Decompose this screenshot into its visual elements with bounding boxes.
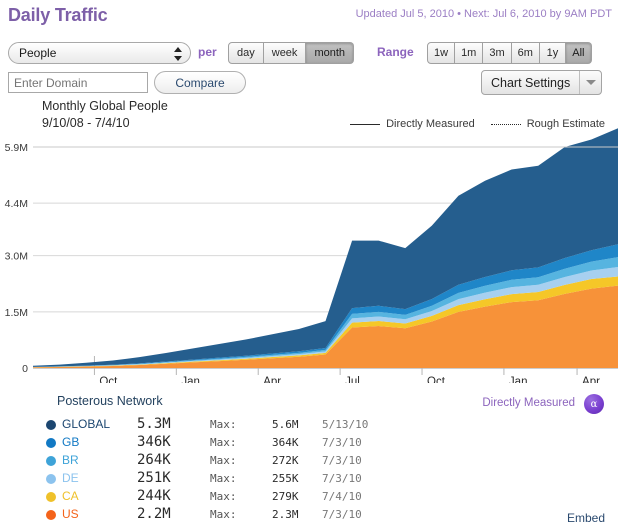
series-max-label: Max:	[210, 454, 237, 467]
alpha-badge-icon[interactable]: α	[584, 394, 604, 414]
updated-status: Updated Jul 5, 2010 • Next: Jul 6, 2010 …	[355, 8, 612, 20]
per-label: per	[198, 45, 217, 59]
compare-button[interactable]: Compare	[154, 71, 246, 94]
per-toggle-group: day week month	[228, 42, 355, 64]
series-max-label: Max:	[210, 472, 237, 485]
series-name: GB	[62, 435, 80, 449]
svg-text:Jan: Jan	[181, 376, 200, 383]
chart-settings-label: Chart Settings	[491, 75, 571, 90]
series-value: 251K	[137, 470, 171, 486]
page-title: Daily Traffic	[8, 5, 108, 25]
metric-select[interactable]: People	[8, 42, 191, 64]
series-value: 244K	[137, 488, 171, 504]
svg-text:4.4M: 4.4M	[5, 198, 28, 210]
svg-text:Oct: Oct	[99, 376, 118, 383]
chevron-down-icon[interactable]	[579, 71, 601, 94]
svg-text:Apr: Apr	[263, 376, 281, 383]
embed-link[interactable]: Embed	[567, 511, 605, 525]
domain-input[interactable]	[8, 72, 148, 93]
range-option-all[interactable]: All	[565, 42, 592, 64]
series-max-date: 7/3/10	[322, 508, 362, 521]
svg-text:Apr: Apr	[582, 376, 600, 383]
per-option-day[interactable]: day	[228, 42, 264, 64]
series-legend-panel: Posterous Network Directly Measured α GL…	[0, 394, 621, 528]
series-max-value: 255K	[272, 472, 299, 485]
series-value: 346K	[137, 434, 171, 450]
svg-text:0: 0	[22, 363, 28, 375]
range-label: Range	[377, 45, 414, 59]
chart-settings-button[interactable]: Chart Settings	[481, 70, 603, 95]
per-option-week[interactable]: week	[263, 42, 307, 64]
series-max-date: 7/4/10	[322, 490, 362, 503]
series-color-dot	[46, 456, 56, 466]
series-name: BR	[62, 453, 79, 467]
metric-select-value: People	[19, 46, 57, 60]
range-toggle-group: 1w 1m 3m 6m 1y All	[427, 42, 592, 64]
series-max-label: Max:	[210, 418, 237, 431]
series-name: GLOBAL	[62, 417, 111, 431]
series-max-label: Max:	[210, 508, 237, 521]
chart-panel: Monthly Global People 9/10/08 - 7/4/10 D…	[0, 98, 621, 383]
directly-measured-note: Directly Measured	[482, 397, 575, 409]
stacked-area-chart[interactable]: 0 1.5M 3.0M 4.4M 5.9M Oct Jan Apr Jul Oct Jan Apr	[0, 98, 621, 383]
series-max-date: 7/3/10	[322, 472, 362, 485]
series-color-dot	[46, 510, 56, 520]
series-name: US	[62, 507, 79, 521]
svg-text:5.9M: 5.9M	[5, 142, 28, 154]
series-max-date: 5/13/10	[322, 418, 369, 431]
series-value: 5.3M	[137, 416, 171, 432]
series-max-value: 364K	[272, 436, 299, 449]
series-max-date: 7/3/10	[322, 436, 362, 449]
range-option-1y[interactable]: 1y	[539, 42, 566, 64]
range-option-6m[interactable]: 6m	[511, 42, 540, 64]
series-max-value: 2.3M	[272, 508, 299, 521]
controls-row-secondary: Compare Chart Settings	[0, 70, 621, 100]
series-color-dot	[46, 492, 56, 502]
series-max-label: Max:	[210, 490, 237, 503]
series-name: CA	[62, 489, 79, 503]
range-option-1w[interactable]: 1w	[427, 42, 456, 64]
series-name: DE	[62, 471, 79, 485]
series-color-dot	[46, 420, 56, 430]
controls-row-primary: People per day week month Range 1w 1m 3m…	[0, 42, 621, 68]
svg-text:Oct: Oct	[427, 376, 446, 383]
page-header: Daily Traffic Updated Jul 5, 2010 • Next…	[0, 0, 621, 36]
svg-text:1.5M: 1.5M	[5, 307, 28, 319]
series-max-label: Max:	[210, 436, 237, 449]
svg-text:Jan: Jan	[509, 376, 528, 383]
series-color-dot	[46, 474, 56, 484]
svg-text:Jul: Jul	[345, 376, 360, 383]
range-option-3m[interactable]: 3m	[483, 42, 512, 64]
legend-heading: Posterous Network	[57, 394, 163, 408]
svg-text:3.0M: 3.0M	[5, 251, 28, 263]
per-option-month[interactable]: month	[306, 42, 355, 64]
series-color-dot	[46, 438, 56, 448]
series-value: 264K	[137, 452, 171, 468]
series-max-date: 7/3/10	[322, 454, 362, 467]
series-max-value: 5.6M	[272, 418, 299, 431]
series-max-value: 279K	[272, 490, 299, 503]
series-max-value: 272K	[272, 454, 299, 467]
series-value: 2.2M	[137, 506, 171, 522]
range-option-1m[interactable]: 1m	[455, 42, 484, 64]
stepper-arrows-icon	[173, 46, 184, 62]
